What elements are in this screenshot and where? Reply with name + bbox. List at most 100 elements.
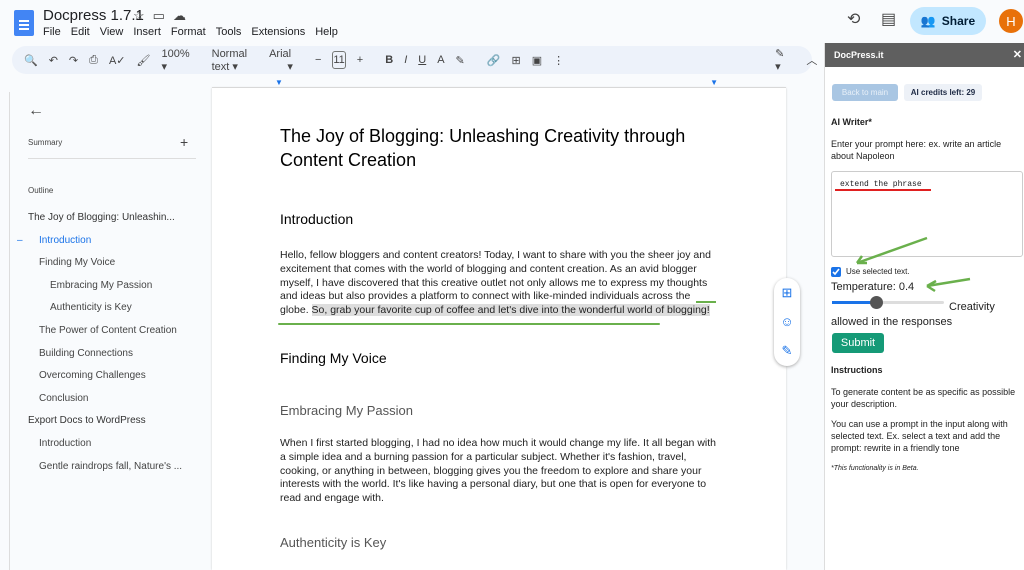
menu-view[interactable]: View: [100, 26, 124, 38]
document-title[interactable]: Docpress 1.7.1: [43, 7, 144, 24]
heading-finding-my-voice: Finding My Voice: [280, 350, 387, 366]
active-marker: –: [17, 234, 23, 246]
link-icon[interactable]: 🔗: [487, 54, 501, 67]
add-comment-icon[interactable]: ⊞: [511, 54, 520, 67]
increase-font-icon[interactable]: +: [357, 54, 363, 66]
outline-item[interactable]: Embracing My Passion: [50, 280, 152, 291]
outline-item-label: Embracing My Passion: [50, 279, 153, 291]
undo-icon[interactable]: ↶: [49, 54, 58, 67]
horizontal-ruler: ▼ ▼: [212, 78, 786, 88]
outline-item[interactable]: The Power of Content Creation: [39, 325, 177, 336]
heading-embracing-my-passion: Embracing My Passion: [280, 403, 413, 418]
divider: [28, 158, 196, 159]
underline-icon[interactable]: U: [418, 54, 426, 66]
redo-icon[interactable]: ↷: [69, 54, 78, 67]
share-button[interactable]: 👥 Share: [910, 7, 986, 35]
outline-item[interactable]: Conclusion: [39, 393, 88, 404]
cloud-icon[interactable]: ☁: [173, 8, 194, 23]
prompt-hint: Enter your prompt here: ex. write an art…: [831, 139, 1002, 161]
font-size-input[interactable]: 11: [332, 51, 346, 69]
outline-item[interactable]: – Introduction: [17, 234, 92, 246]
selected-text[interactable]: So, grab your favorite cup of coffee and…: [311, 304, 710, 317]
paint-format-icon[interactable]: 🖌: [137, 54, 151, 67]
outline-item-label: Overcoming Challenges: [39, 370, 146, 382]
outline-item[interactable]: Export Docs to WordPress: [28, 415, 146, 426]
instructions-text-1: To generate content be as specific as po…: [831, 387, 1016, 409]
annotation-underline: [835, 189, 931, 191]
outline-item-label: Building Connections: [39, 347, 133, 359]
document-page[interactable]: The Joy of Blogging: Unleashing Creativi…: [212, 88, 786, 570]
menu-extensions[interactable]: Extensions: [251, 26, 305, 38]
outline-item-label: Introduction: [39, 234, 92, 246]
outline-item-label: Authenticity is Key: [50, 302, 132, 314]
menu-format[interactable]: Format: [171, 26, 206, 38]
outline-item[interactable]: Overcoming Challenges: [39, 370, 146, 381]
paragraph-passion: When I first started blogging, I had no …: [280, 437, 716, 505]
menu-tools[interactable]: Tools: [216, 26, 242, 38]
avatar[interactable]: H: [999, 9, 1023, 33]
toolbar: 🔍 ↶ ↷ ⎙ A✓ 🖌 100% ▾ Normal text ▾ Arial ▾ −11…: [12, 46, 817, 74]
history-icon[interactable]: ⟲: [847, 9, 860, 29]
comment-icon[interactable]: ▤: [881, 9, 896, 29]
use-selected-checkbox[interactable]: [831, 267, 841, 277]
document-outline: ← Summary + Outline The Joy of Blogging:…: [0, 80, 210, 570]
print-icon[interactable]: ⎙: [89, 54, 98, 67]
decrease-font-icon[interactable]: −: [315, 54, 321, 66]
annotation-underline: [278, 323, 660, 325]
annotation-underline: [696, 301, 716, 303]
outline-item[interactable]: Building Connections: [39, 348, 133, 359]
menu-insert[interactable]: Insert: [133, 26, 161, 38]
outline-item-label: Finding My Voice: [39, 257, 116, 269]
creativity-label: Creativity allowed in the responses: [831, 301, 995, 328]
outline-item[interactable]: Introduction: [39, 438, 91, 449]
image-icon[interactable]: ▣: [532, 54, 542, 67]
right-indent-marker-icon[interactable]: ▼: [710, 78, 718, 87]
search-icon[interactable]: 🔍: [24, 54, 38, 67]
highlight-icon[interactable]: ✎: [456, 54, 465, 67]
menu-bar: File Edit View Insert Format Tools Extensions H…: [43, 26, 338, 38]
outline-item-label: The Joy of Blogging: Unleashin...: [28, 212, 175, 223]
bold-icon[interactable]: B: [385, 54, 393, 66]
people-icon: 👥: [920, 14, 936, 28]
docpress-sidebar: DocPress.it ✕ Back to main AI credits lef…: [824, 43, 1024, 570]
outline-item-label: Export Docs to WordPress: [28, 415, 146, 427]
outline-item-label: The Power of Content Creation: [39, 325, 177, 336]
back-arrow-icon[interactable]: ←: [28, 102, 44, 120]
add-comment-icon[interactable]: ⊞: [782, 285, 793, 301]
font-select[interactable]: Arial ▾: [269, 48, 293, 73]
menu-edit[interactable]: Edit: [71, 26, 90, 38]
docs-logo[interactable]: [14, 10, 34, 36]
add-summary-icon[interactable]: +: [180, 134, 188, 150]
outline-item[interactable]: The Joy of Blogging: Unleashin...: [28, 212, 175, 223]
panel-title: DocPress.it: [834, 50, 884, 60]
summary-label: Summary: [28, 138, 63, 147]
submit-button[interactable]: Submit: [832, 333, 884, 353]
temperature-label: Temperature: 0.4: [831, 281, 915, 293]
use-selected-label: Use selected text.: [846, 267, 910, 276]
editing-mode-icon[interactable]: ✎ ▾: [775, 47, 784, 73]
indent-marker-icon[interactable]: ▼: [275, 78, 283, 87]
spellcheck-icon[interactable]: A✓: [109, 54, 126, 67]
menu-file[interactable]: File: [43, 26, 61, 38]
suggest-edit-icon[interactable]: ✎: [782, 343, 793, 359]
emoji-icon[interactable]: ☺: [780, 314, 793, 329]
close-icon[interactable]: ✕: [1013, 48, 1022, 61]
collapse-icon[interactable]: ︿: [806, 52, 817, 68]
italic-icon[interactable]: I: [404, 54, 407, 66]
star-icon[interactable]: ☆: [133, 8, 153, 23]
style-select[interactable]: Normal text ▾: [212, 48, 247, 73]
text-color-icon[interactable]: A: [437, 54, 444, 66]
outline-item[interactable]: Finding My Voice: [39, 257, 115, 268]
outline-item[interactable]: Gentle raindrops fall, Nature's ...: [39, 461, 182, 472]
back-to-main-button[interactable]: Back to main: [832, 84, 898, 101]
share-label: Share: [941, 14, 976, 28]
outline-item[interactable]: Authenticity is Key: [50, 302, 132, 313]
zoom-select[interactable]: 100% ▾: [161, 48, 189, 73]
instructions-text-2: You can use a prompt in the input along …: [831, 419, 1008, 453]
menu-help[interactable]: Help: [315, 26, 338, 38]
ai-credits-badge: AI credits left: 29: [904, 84, 982, 101]
move-folder-icon[interactable]: ▭: [153, 8, 173, 23]
paragraph-introduction: Hello, fellow bloggers and content creat…: [280, 249, 711, 317]
more-icon[interactable]: ⋮: [553, 54, 564, 67]
outline-item-label: Introduction: [39, 438, 92, 449]
